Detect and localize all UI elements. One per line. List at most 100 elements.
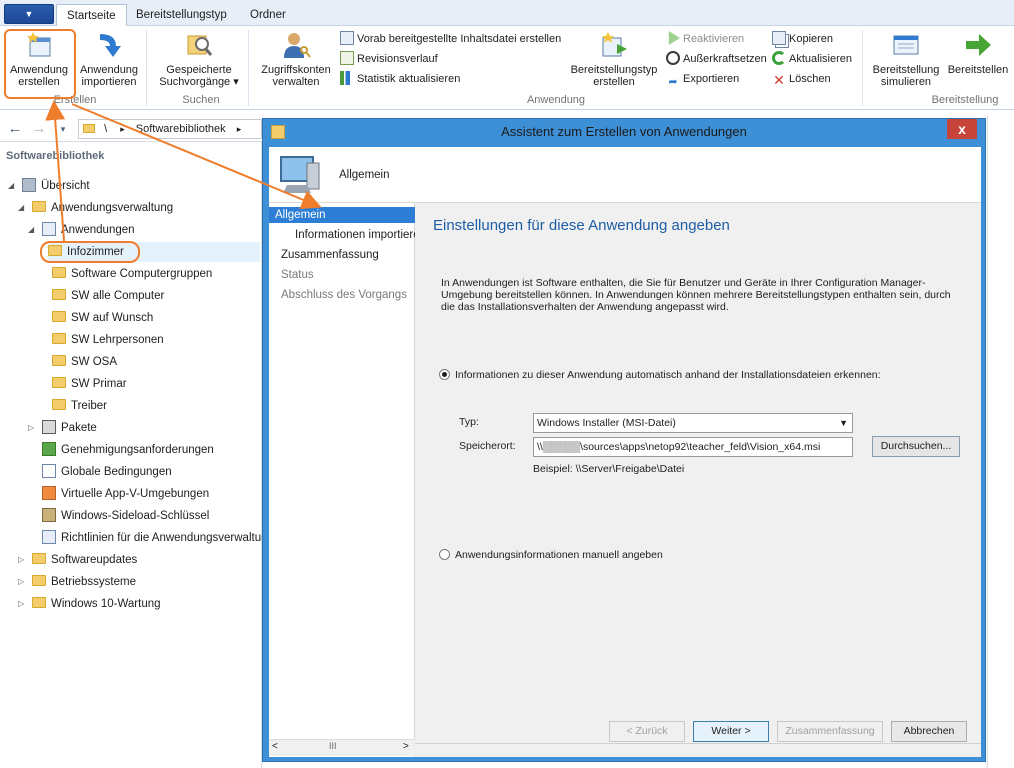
back-arrow-icon[interactable]: ← bbox=[6, 120, 24, 138]
tree-item-sideload-schluessel[interactable]: Windows-Sideload-Schlüssel bbox=[42, 506, 209, 526]
back-button[interactable]: < Zurück bbox=[609, 721, 685, 742]
step-abschluss[interactable]: Abschluss des Vorgangs bbox=[281, 287, 407, 303]
create-deployment-type-button[interactable]: Bereitstellungstyp erstellen bbox=[566, 30, 662, 88]
tree-item-uebersicht[interactable]: Übersicht bbox=[22, 176, 90, 196]
retire-label: Außerkraftsetzen bbox=[683, 53, 767, 65]
tab-startseite[interactable]: Startseite bbox=[56, 4, 127, 27]
key-icon bbox=[42, 508, 56, 522]
wizard-page: Einstellungen für diese Anwendung angebe… bbox=[415, 203, 981, 757]
retire-icon bbox=[666, 51, 680, 65]
app-menu-button[interactable]: ▼ bbox=[4, 4, 54, 24]
tree-item-globale-bedingungen[interactable]: Globale Bedingungen bbox=[42, 462, 172, 482]
tree-item-softwareupdates[interactable]: Softwareupdates bbox=[32, 550, 137, 570]
delete-button[interactable]: ✕ Löschen bbox=[772, 70, 830, 88]
scroll-left-icon[interactable]: < bbox=[272, 741, 278, 752]
collapse-icon[interactable]: ◢ bbox=[18, 198, 28, 218]
close-button[interactable]: x bbox=[947, 119, 977, 139]
tree-item-genehmigungsanforderungen[interactable]: Genehmigungsanforderungen bbox=[42, 440, 214, 460]
step-informationen-importieren[interactable]: Informationen importieren bbox=[295, 227, 415, 243]
scroll-thumb[interactable]: III bbox=[329, 741, 337, 751]
pane-title: Softwarebibliothek bbox=[6, 150, 105, 162]
step-zusammenfassung[interactable]: Zusammenfassung bbox=[281, 247, 379, 263]
tree-item-sw-primar[interactable]: SW Primar bbox=[52, 374, 127, 394]
group-label-bereitstellung: Bereitstellung bbox=[931, 94, 999, 106]
tree-item-windows-10-wartung[interactable]: Windows 10-Wartung bbox=[32, 594, 161, 614]
tree-item-sw-lehrpersonen[interactable]: SW Lehrpersonen bbox=[52, 330, 164, 350]
expand-icon[interactable]: ▷ bbox=[28, 418, 38, 438]
revision-history-label: Revisionsverlauf bbox=[357, 53, 438, 65]
navigation-pane: Softwarebibliothek ◢ Übersicht ◢ Anwendu… bbox=[0, 142, 274, 768]
create-prestaged-content-label: Vorab bereitgestellte Inhaltsdatei erste… bbox=[357, 33, 562, 45]
location-input[interactable]: \\▒▒▒▒▒\sources\apps\netop92\teacher_fel… bbox=[533, 437, 853, 457]
tree-item-anwendungsverwaltung[interactable]: Anwendungsverwaltung bbox=[32, 198, 173, 218]
radio-manual-label[interactable]: Anwendungsinformationen manuell angeben bbox=[455, 549, 663, 561]
radio-auto-detect[interactable] bbox=[439, 369, 450, 380]
revision-history-button[interactable]: Revisionsverlauf bbox=[340, 50, 438, 68]
wizard-header: Allgemein bbox=[269, 147, 981, 203]
deploy-arrow-icon bbox=[966, 34, 991, 56]
expand-icon[interactable]: ▷ bbox=[18, 572, 28, 592]
refresh-button[interactable]: Aktualisieren bbox=[772, 50, 852, 68]
expand-icon[interactable]: ▷ bbox=[18, 594, 28, 614]
step-allgemein[interactable]: Allgemein bbox=[269, 207, 415, 223]
scroll-right-icon[interactable]: > bbox=[403, 741, 409, 752]
breadcrumb-chevron-icon[interactable]: ▸ bbox=[237, 124, 242, 134]
retire-button[interactable]: Außerkraftsetzen bbox=[666, 50, 767, 68]
deployment-type-icon bbox=[602, 32, 627, 57]
collapse-icon[interactable]: ◢ bbox=[8, 176, 18, 196]
type-select[interactable]: Windows Installer (MSI-Datei) ▼ bbox=[533, 413, 853, 433]
history-dropdown-icon[interactable]: ▾ bbox=[54, 120, 72, 138]
step-status[interactable]: Status bbox=[281, 267, 314, 283]
import-application-label-1: Anwendung bbox=[79, 64, 139, 76]
create-prestaged-content-button[interactable]: Vorab bereitgestellte Inhaltsdatei erste… bbox=[340, 30, 561, 48]
import-application-button[interactable]: Anwendung importieren bbox=[76, 30, 142, 88]
tree-item-sw-osa[interactable]: SW OSA bbox=[52, 352, 117, 372]
reactivate-button[interactable]: Reaktivieren bbox=[666, 30, 744, 48]
radio-manual[interactable] bbox=[439, 549, 450, 560]
copy-icon bbox=[772, 31, 786, 45]
tree-item-software-computergruppen[interactable]: Software Computergruppen bbox=[52, 264, 212, 284]
tab-ordner[interactable]: Ordner bbox=[240, 4, 296, 27]
tree-item-sw-auf-wunsch[interactable]: SW auf Wunsch bbox=[52, 308, 153, 328]
collapse-icon[interactable]: ◢ bbox=[28, 220, 38, 240]
tree-item-sw-alle-computer[interactable]: SW alle Computer bbox=[52, 286, 164, 306]
refresh-icon bbox=[772, 51, 786, 65]
folder-icon bbox=[52, 377, 66, 388]
tree-item-betriebssysteme[interactable]: Betriebssysteme bbox=[32, 572, 136, 592]
manage-access-accounts-button[interactable]: Zugriffskonten verwalten bbox=[256, 30, 336, 88]
deploy-button[interactable]: Bereitstellen bbox=[944, 30, 1012, 76]
tree-item-anwendungen[interactable]: Anwendungen bbox=[42, 220, 135, 240]
tree-item-pakete[interactable]: Pakete bbox=[42, 418, 97, 438]
expand-icon[interactable]: ▷ bbox=[18, 550, 28, 570]
tab-bereitstellungstyp[interactable]: Bereitstellungstyp bbox=[126, 4, 237, 27]
simulate-deployment-label-1: Bereitstellung bbox=[872, 64, 940, 76]
create-application-wizard: Assistent zum Erstellen von Anwendungen … bbox=[262, 118, 986, 762]
summary-button[interactable]: Zusammenfassung bbox=[777, 721, 883, 742]
saved-searches-button[interactable]: Gespeicherte Suchvorgänge ▾ bbox=[156, 30, 242, 88]
copy-button[interactable]: Kopieren bbox=[772, 30, 833, 48]
folder-icon bbox=[52, 399, 66, 410]
update-statistics-button[interactable]: Statistik aktualisieren bbox=[340, 70, 460, 88]
tree-item-richtlinien[interactable]: Richtlinien für die Anwendungsverwaltung bbox=[42, 528, 274, 548]
tree-item-virtuelle-app-v[interactable]: Virtuelle App-V-Umgebungen bbox=[42, 484, 209, 504]
radio-auto-detect-label[interactable]: Informationen zu dieser Anwendung automa… bbox=[455, 369, 881, 381]
group-label-anwendung: Anwendung bbox=[526, 94, 586, 106]
forward-arrow-icon[interactable]: → bbox=[30, 120, 48, 138]
tree-item-treiber[interactable]: Treiber bbox=[52, 396, 107, 416]
breadcrumb-root[interactable]: \ bbox=[104, 123, 107, 135]
next-button[interactable]: Weiter > bbox=[693, 721, 769, 742]
chevron-down-icon[interactable]: ▼ bbox=[839, 414, 848, 432]
export-button[interactable]: ➦ Exportieren bbox=[666, 70, 739, 88]
wizard-client: Allgemein Allgemein Informationen import… bbox=[269, 147, 981, 757]
update-statistics-label: Statistik aktualisieren bbox=[357, 73, 461, 85]
simulate-deployment-button[interactable]: Bereitstellung simulieren bbox=[868, 30, 944, 88]
breadcrumb[interactable]: \ ▸ Softwarebibliothek ▸ bbox=[78, 119, 262, 139]
callout-infozimmer bbox=[40, 241, 140, 263]
steps-horizontal-scrollbar[interactable]: < III > bbox=[269, 739, 415, 756]
browse-button[interactable]: Durchsuchen... bbox=[872, 436, 960, 457]
wizard-header-title: Allgemein bbox=[339, 169, 390, 181]
cancel-button[interactable]: Abbrechen bbox=[891, 721, 967, 742]
folder-icon bbox=[52, 333, 66, 344]
folder-icon bbox=[32, 597, 46, 608]
breadcrumb-current[interactable]: Softwarebibliothek bbox=[136, 123, 226, 135]
